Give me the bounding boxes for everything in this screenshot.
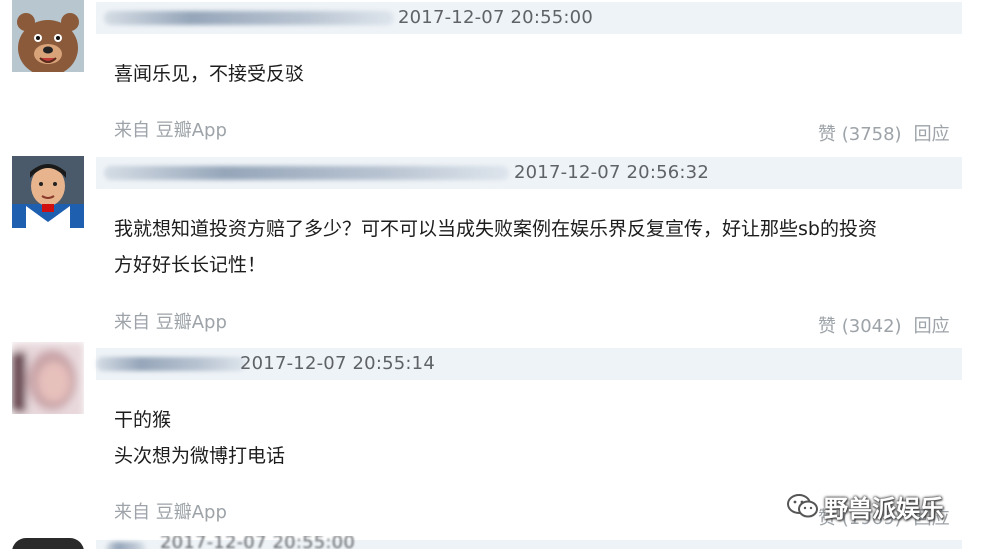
username-blurred[interactable] <box>96 357 246 371</box>
comment-timestamp: 2017-12-07 20:56:32 <box>514 162 709 183</box>
wechat-icon <box>787 494 818 518</box>
bear-avatar-icon <box>12 0 84 72</box>
comment-header: 2017-12-07 20:56:32 <box>96 157 962 189</box>
comment-item: 2017-12-07 20:56:32 我就想知道投资方赔了多少？可不可以当成失… <box>0 150 983 340</box>
reply-button[interactable]: 回应 <box>914 316 950 337</box>
blurred-photo-avatar-icon <box>12 342 84 414</box>
comment-text-line: 干的猴 <box>114 409 172 431</box>
comment-text-line: 方好好长长记性！ <box>114 254 267 276</box>
comment-actions: 赞 (3042) 回应 <box>818 312 950 338</box>
comment-item: 2017-12-07 20:55:00 <box>0 536 983 549</box>
username-blurred[interactable] <box>104 166 509 180</box>
comment-timestamp: 2017-12-07 20:55:00 <box>160 536 355 549</box>
comment-header: 2017-12-07 20:55:00 <box>96 536 962 549</box>
watermark-text: 野兽派娱乐 <box>824 494 944 523</box>
comment-text: 干的猴 头次想为微博打电话 <box>114 402 964 474</box>
comment-item: 2017-12-07 20:55:00 喜闻乐见，不接受反驳 来自 豆瓣App … <box>0 0 983 150</box>
comment-header: 2017-12-07 20:55:14 <box>96 348 962 380</box>
username-blurred[interactable] <box>104 11 394 25</box>
comment-header: 2017-12-07 20:55:00 <box>96 2 962 34</box>
like-button[interactable]: 赞 (3758) <box>818 124 902 145</box>
comment-timestamp: 2017-12-07 20:55:00 <box>398 7 593 28</box>
watermark: 野兽派娱乐 <box>786 486 944 526</box>
comment-source: 来自 豆瓣App <box>114 312 227 333</box>
comment-text: 喜闻乐见，不接受反驳 <box>114 56 964 92</box>
comment-text-line: 我就想知道投资方赔了多少？可不可以当成失败案例在娱乐界反复宣传，好让那些sb的投… <box>114 218 877 240</box>
reply-button[interactable]: 回应 <box>914 124 950 145</box>
person-avatar-icon <box>12 156 84 228</box>
comment-text-line: 喜闻乐见，不接受反驳 <box>114 63 305 85</box>
avatar[interactable] <box>12 342 84 414</box>
avatar[interactable] <box>12 156 84 228</box>
username-blurred[interactable] <box>106 542 146 549</box>
avatar[interactable] <box>12 0 84 72</box>
avatar[interactable] <box>12 538 84 549</box>
comment-source: 来自 豆瓣App <box>114 120 227 141</box>
like-button[interactable]: 赞 (3042) <box>818 316 902 337</box>
comment-text: 我就想知道投资方赔了多少？可不可以当成失败案例在娱乐界反复宣传，好让那些sb的投… <box>114 211 964 283</box>
comment-actions: 赞 (3758) 回应 <box>818 120 950 146</box>
comment-text-line: 头次想为微博打电话 <box>114 445 286 467</box>
comment-timestamp: 2017-12-07 20:55:14 <box>240 353 435 374</box>
comment-source: 来自 豆瓣App <box>114 502 227 523</box>
